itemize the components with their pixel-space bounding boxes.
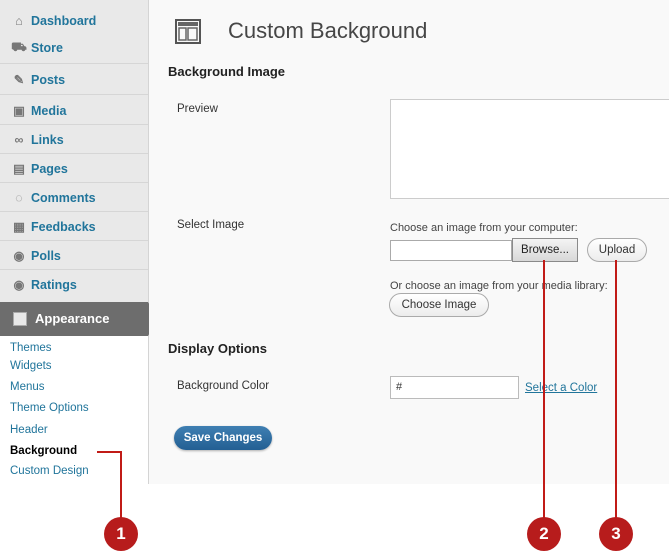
sidebar-item-label: Links (31, 132, 64, 147)
submenu-item-themes[interactable]: Themes (10, 342, 52, 354)
sidebar-divider (0, 153, 148, 154)
sidebar-divider (0, 63, 148, 64)
sidebar-item-appearance[interactable]: Appearance (0, 302, 148, 336)
background-preview (390, 99, 669, 199)
background-color-label: Background Color (177, 380, 270, 392)
sidebar-item-label: Posts (31, 72, 66, 87)
sidebar-item-media[interactable]: ▣ Media (0, 97, 148, 124)
page-title: Custom Background (228, 18, 428, 43)
callout-1: 1 (104, 517, 138, 551)
cart-icon: ⛟ (11, 39, 27, 54)
appearance-icon (13, 312, 27, 326)
callout-3-leader (615, 260, 617, 522)
poll-icon: ◉ (13, 249, 25, 263)
sidebar-item-feedbacks[interactable]: ▦ Feedbacks (0, 213, 148, 240)
callout-2: 2 (527, 517, 561, 551)
preview-label: Preview (177, 103, 218, 115)
select-image-label: Select Image (177, 219, 245, 231)
sidebar-divider (0, 211, 148, 212)
submenu-item-background[interactable]: Background (10, 445, 77, 457)
choose-image-button[interactable]: Choose Image (389, 293, 489, 317)
sidebar-item-label: Dashboard (31, 13, 97, 28)
appearance-submenu: Themes Widgets Menus Theme Options Heade… (0, 336, 149, 484)
upload-button[interactable]: Upload (587, 238, 647, 262)
callout-1-leader (97, 451, 121, 453)
sidebar-item-comments[interactable]: ◌ Comments (0, 184, 148, 211)
browse-button[interactable]: Browse... (512, 238, 578, 262)
sidebar-item-label: Feedbacks (31, 219, 96, 234)
submenu-item-theme-options[interactable]: Theme Options (10, 402, 89, 414)
sidebar-item-label: Store (31, 40, 63, 55)
file-path-input[interactable] (390, 240, 512, 261)
select-color-link[interactable]: Select a Color (525, 382, 597, 394)
choose-computer-text: Choose an image from your computer: (390, 222, 578, 234)
submenu-item-header[interactable]: Header (10, 424, 48, 436)
background-color-input[interactable]: # (390, 376, 519, 399)
layout-icon (178, 22, 198, 41)
sidebar-item-label: Comments (31, 190, 96, 205)
sidebar-item-ratings[interactable]: ◉ Ratings (0, 271, 148, 298)
link-icon: ∞ (14, 132, 24, 147)
house-icon: ⌂ (15, 13, 23, 28)
display-options-heading: Display Options (168, 341, 267, 356)
page-title-icon (175, 19, 201, 44)
callout-1-leader (120, 451, 122, 521)
sidebar-item-dashboard[interactable]: ⌂ Dashboard (0, 7, 148, 34)
sidebar-item-label: Media (31, 103, 67, 118)
choose-library-text: Or choose an image from your media libra… (390, 280, 608, 292)
sidebar-item-label: Ratings (31, 277, 77, 292)
save-changes-button[interactable]: Save Changes (174, 426, 272, 450)
callout-3: 3 (599, 517, 633, 551)
sidebar-divider (0, 240, 148, 241)
sidebar-divider (0, 94, 148, 95)
submenu-item-widgets[interactable]: Widgets (10, 360, 52, 372)
sidebar-item-posts[interactable]: ✎ Posts (0, 66, 148, 93)
sidebar-divider (0, 182, 148, 183)
callout-2-leader (543, 260, 545, 522)
sidebar-divider (0, 269, 148, 270)
feedback-form-icon: ▦ (13, 220, 25, 234)
sidebar-divider (0, 124, 148, 125)
submenu-item-custom-design[interactable]: Custom Design (10, 465, 89, 477)
sidebar-item-label: Appearance (35, 311, 110, 326)
background-image-heading: Background Image (168, 64, 286, 79)
pages-icon: ▤ (13, 162, 25, 176)
sidebar-item-pages[interactable]: ▤ Pages (0, 155, 148, 182)
ratings-icon: ◉ (13, 278, 25, 292)
media-icon: ▣ (13, 104, 25, 118)
sidebar-item-label: Pages (31, 161, 68, 176)
sidebar-item-label: Polls (31, 248, 61, 263)
speech-bubble-icon: ◌ (15, 190, 23, 205)
sidebar-item-store[interactable]: ⛟ Store (0, 34, 148, 61)
sidebar-item-links[interactable]: ∞ Links (0, 126, 148, 153)
sidebar-item-polls[interactable]: ◉ Polls (0, 242, 148, 269)
pushpin-icon: ✎ (13, 73, 25, 87)
submenu-item-menus[interactable]: Menus (10, 381, 45, 393)
